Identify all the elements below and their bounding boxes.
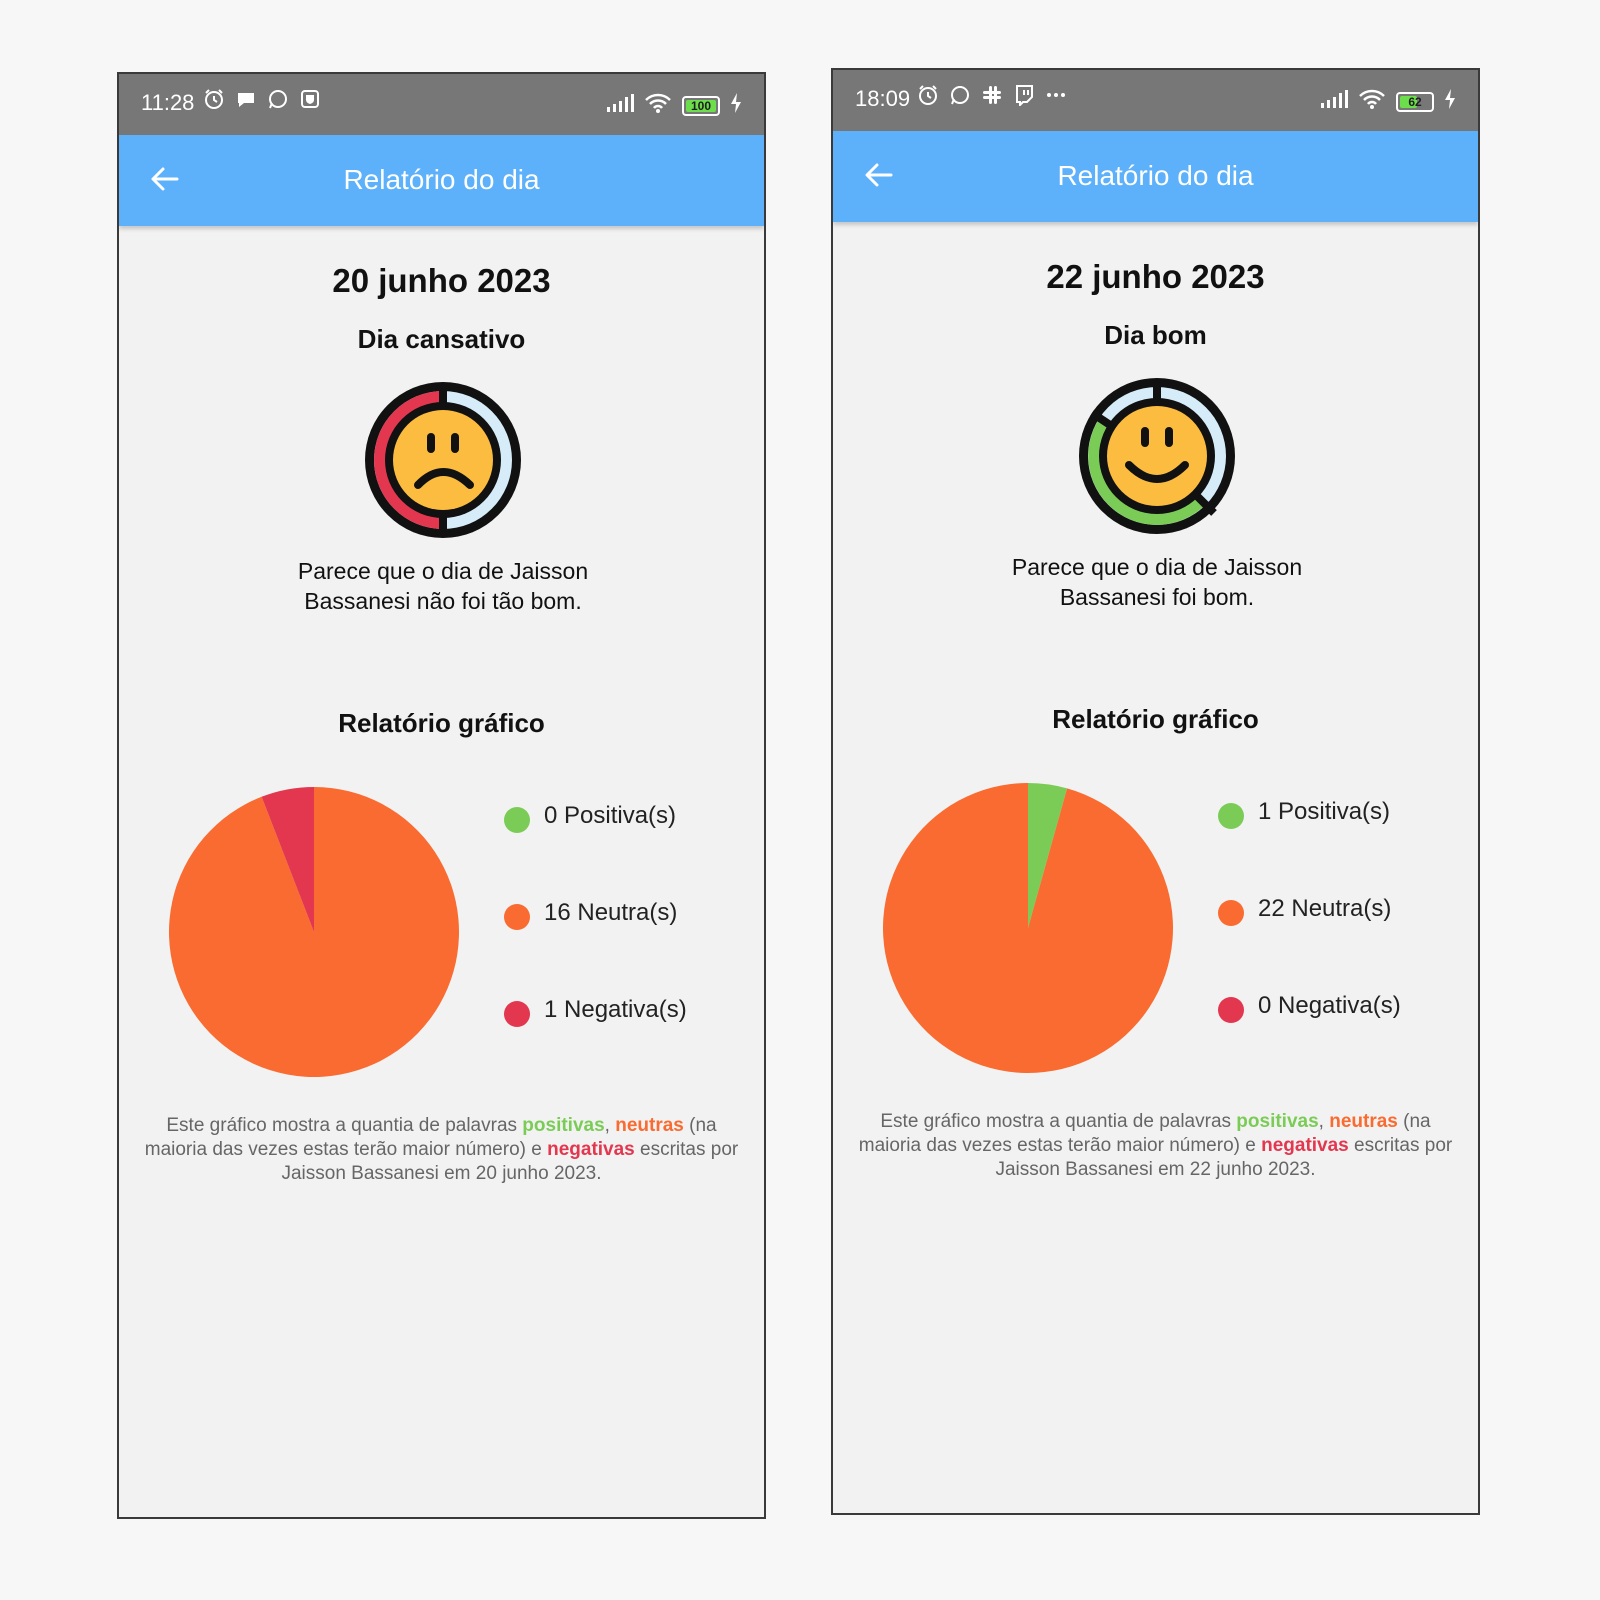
caption-negative-word: negativas [1261, 1135, 1349, 1156]
alarm-icon [203, 88, 225, 110]
app-bar: Relatório do dia [833, 131, 1478, 222]
phone-screen-2: 18:09 62 Relatório do dia 22 junho 2023 … [831, 68, 1480, 1515]
sad-face-icon [365, 382, 521, 538]
more-dots-icon [1045, 84, 1067, 106]
legend-label-neutral: 16 Neutra(s) [544, 899, 678, 926]
mood-title: Dia bom [1104, 320, 1207, 350]
twitch-icon [1013, 84, 1035, 108]
legend-label-neutral: 22 Neutra(s) [1258, 895, 1392, 922]
status-bar: 18:09 62 [833, 70, 1478, 131]
mood-title: Dia cansativo [357, 324, 526, 354]
negative-dot-icon [504, 1001, 530, 1027]
caption-text-1: Este gráfico mostra a quantia de palavra… [166, 1115, 523, 1136]
wifi-icon [644, 92, 672, 119]
battery-icon: 100 [682, 95, 720, 116]
chat-bubble-icon [235, 88, 257, 110]
legend-label-positive: 0 Positiva(s) [544, 802, 677, 829]
alarm-icon [917, 84, 939, 106]
wifi-icon [1358, 88, 1386, 115]
caption-neutral-word: neutras [1329, 1111, 1398, 1132]
neutral-dot-icon [504, 904, 530, 930]
happy-face-icon [1079, 378, 1235, 534]
legend-label-negative: 1 Negativa(s) [544, 996, 687, 1023]
charging-icon [1444, 88, 1456, 115]
caption-positive-word: positivas [1236, 1111, 1319, 1132]
status-notification-icons [917, 84, 1067, 108]
status-system-icons: 62 [1320, 88, 1456, 115]
pie-chart [883, 783, 1173, 1073]
slack-icon [981, 84, 1003, 106]
report-date: 20 junho 2023 [332, 262, 551, 299]
whatsapp-icon [267, 88, 289, 110]
pie-slice-neutral [883, 783, 1173, 1073]
app-bar-title: Relatório do dia [1057, 160, 1254, 191]
charging-icon [730, 92, 742, 119]
shield-icon [299, 88, 321, 110]
mood-description: Parece que o dia de Jaisson Bassanesi nã… [297, 558, 589, 614]
chart-caption: Este gráfico mostra a quantia de palavra… [855, 1110, 1456, 1182]
app-bar: Relatório do dia [119, 135, 764, 226]
negative-dot-icon [1218, 997, 1244, 1023]
battery-level: 62 [1408, 94, 1422, 109]
status-time: 11:28 [141, 90, 195, 115]
app-bar-title: Relatório do dia [343, 164, 540, 195]
caption-text-1: Este gráfico mostra a quantia de palavra… [880, 1111, 1237, 1132]
caption-separator: , [604, 1115, 616, 1136]
status-notification-icons [203, 88, 321, 110]
status-bar: 11:28 100 [119, 74, 764, 135]
graph-title: Relatório gráfico [338, 708, 545, 738]
pie-chart [168, 787, 459, 1077]
report-date: 22 junho 2023 [1046, 258, 1265, 295]
battery-icon: 62 [1396, 91, 1434, 112]
caption-neutral-word: neutras [615, 1115, 684, 1136]
status-time: 18:09 [855, 86, 911, 111]
whatsapp-icon [949, 84, 971, 106]
phone-screen-1: 11:28 100 Relatório do dia 20 junho 2023… [117, 72, 766, 1519]
graph-title: Relatório gráfico [1052, 704, 1259, 734]
caption-positive-word: positivas [522, 1115, 605, 1136]
legend-label-positive: 1 Positiva(s) [1258, 798, 1391, 825]
positive-dot-icon [1218, 803, 1244, 829]
signal-icon [1320, 89, 1348, 114]
signal-icon [606, 93, 634, 118]
caption-separator: , [1318, 1111, 1330, 1132]
chart-caption: Este gráfico mostra a quantia de palavra… [141, 1114, 742, 1186]
neutral-dot-icon [1218, 900, 1244, 926]
battery-level: 100 [690, 98, 712, 113]
legend-label-negative: 0 Negativa(s) [1258, 992, 1401, 1019]
status-system-icons: 100 [606, 92, 742, 119]
mood-description: Parece que o dia de Jaisson Bassanesi fo… [1011, 554, 1303, 610]
positive-dot-icon [504, 807, 530, 833]
caption-negative-word: negativas [547, 1139, 635, 1160]
